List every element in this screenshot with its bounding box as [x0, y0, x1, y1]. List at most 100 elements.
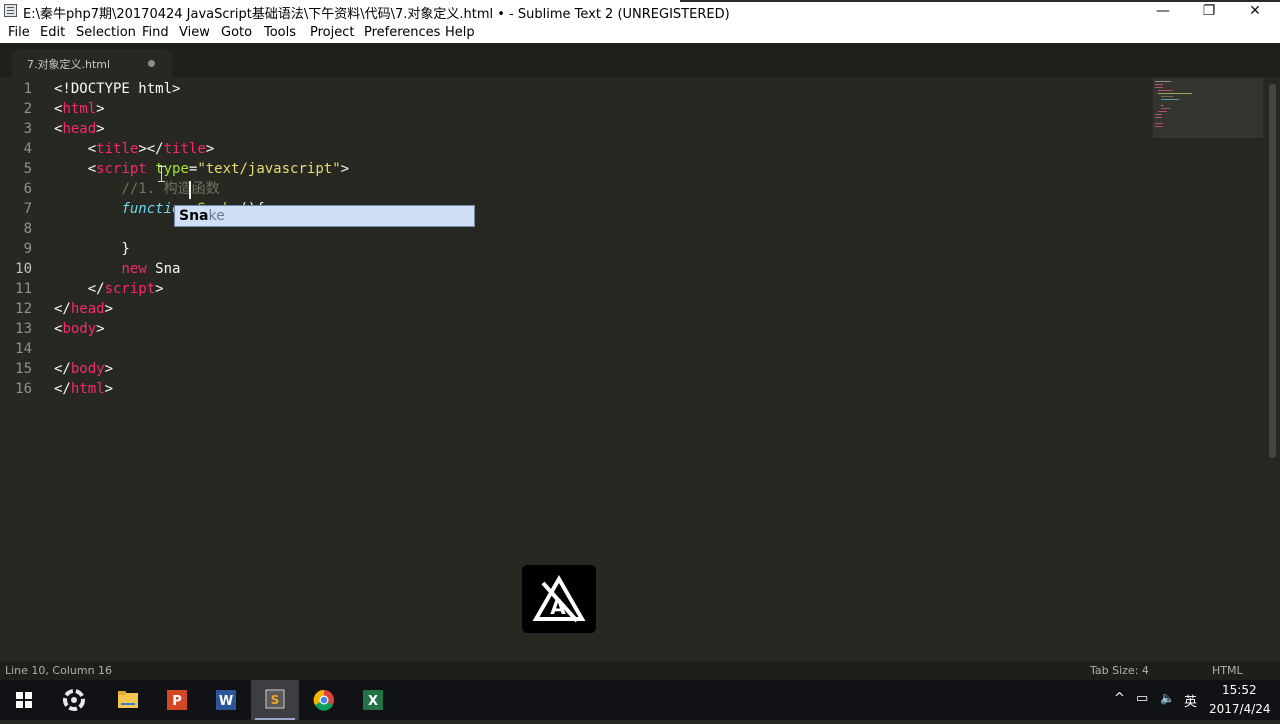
minimize-button[interactable]: — — [1140, 0, 1186, 22]
code-token: body — [62, 321, 97, 337]
code-line[interactable]: <!DOCTYPE html> — [54, 79, 349, 99]
code-line[interactable]: <script type="text/javascript"> — [54, 159, 349, 179]
code-editor[interactable]: 1 2 3 4 5 6 7 8 9 10 11 12 13 14 15 16 <!DOCTYPE html> <… — [0, 77, 1268, 661]
line-number: 12 — [15, 301, 32, 317]
code-token: script — [96, 161, 147, 177]
menu-goto[interactable]: Goto — [221, 25, 252, 40]
window-title: E:\秦牛php7期\20170424 JavaScript基础语法\下午资料\… — [23, 7, 730, 22]
code-token: html — [70, 381, 105, 397]
line-number-gutter: 1 2 3 4 5 6 7 8 9 10 11 12 13 14 15 16 — [0, 79, 40, 399]
line-number: 11 — [15, 281, 32, 297]
powerpoint-icon[interactable]: P — [153, 680, 201, 720]
autocomplete-match: Sna — [179, 208, 209, 224]
windows-start-icon[interactable] — [0, 680, 48, 720]
cursor-position: Line 10, Column 16 — [5, 664, 113, 677]
code-token: > — [96, 321, 105, 337]
sublime-text-taskbar-icon[interactable]: S — [251, 680, 299, 720]
code-line[interactable]: } — [54, 239, 349, 259]
code-token: } — [54, 241, 130, 257]
maximize-button[interactable]: ❐ — [1186, 0, 1232, 22]
tray-chevron-icon[interactable]: ^ — [1114, 691, 1125, 706]
code-line[interactable]: <head> — [54, 119, 349, 139]
code-line[interactable] — [54, 339, 349, 359]
code-line[interactable]: <title></title> — [54, 139, 349, 159]
file-explorer-icon[interactable] — [104, 680, 152, 720]
code-area[interactable]: <!DOCTYPE html> <html> <head> <title></tit… — [54, 79, 349, 399]
ime-indicator[interactable]: 英 — [1184, 691, 1197, 710]
close-button[interactable]: ✕ — [1232, 0, 1278, 22]
code-line[interactable]: </html> — [54, 379, 349, 399]
title-bar: E:\秦牛php7期\20170424 JavaScript基础语法\下午资料\… — [0, 0, 1280, 22]
code-token: </ — [54, 281, 105, 297]
file-tab[interactable]: 7.对象定义.html — [12, 49, 172, 77]
code-token: > — [96, 101, 105, 117]
code-token: > — [205, 141, 215, 157]
code-token: //1. 构造函数 — [121, 181, 220, 197]
code-line[interactable]: new Sna — [54, 259, 349, 279]
code-token: </ — [54, 361, 71, 377]
menu-help[interactable]: Help — [445, 25, 475, 40]
line-number: 2 — [23, 101, 32, 117]
code-line[interactable]: </head> — [54, 299, 349, 319]
code-token: html — [62, 101, 97, 117]
menu-find[interactable]: Find — [142, 25, 169, 40]
code-token: > — [155, 281, 164, 297]
code-token: ></ — [138, 141, 164, 157]
code-token: > — [96, 121, 105, 137]
network-icon[interactable]: ▭ — [1136, 691, 1148, 706]
line-number: 1 — [23, 81, 32, 97]
code-line[interactable]: </body> — [54, 359, 349, 379]
code-token: > — [104, 361, 114, 377]
menu-preferences[interactable]: Preferences — [364, 25, 440, 40]
svg-text:W: W — [219, 694, 233, 709]
code-token: < — [54, 141, 97, 157]
tab-size-indicator[interactable]: Tab Size: 4 — [1090, 664, 1149, 677]
taskbar: P W S X ^ ▭ 🔈 英 — [0, 680, 1280, 720]
syntax-indicator[interactable]: HTML — [1212, 664, 1243, 677]
code-token: </ — [54, 381, 71, 397]
code-token: < — [54, 161, 97, 177]
menu-edit[interactable]: Edit — [40, 25, 65, 40]
menu-view[interactable]: View — [179, 25, 210, 40]
line-number: 13 — [15, 321, 32, 337]
code-token: > — [340, 161, 350, 177]
line-number: 15 — [15, 361, 32, 377]
line-number: 6 — [23, 181, 32, 197]
volume-icon[interactable]: 🔈 — [1160, 691, 1175, 705]
code-token: > — [104, 301, 114, 317]
unsaved-dot-icon[interactable] — [148, 60, 155, 67]
line-number: 16 — [15, 381, 32, 397]
code-token: Sna — [146, 261, 181, 277]
app-swirl-icon[interactable] — [50, 680, 98, 720]
code-line[interactable]: //1. 构造函数 — [54, 179, 349, 199]
chrome-icon[interactable] — [300, 680, 348, 720]
overlay-tool-icon[interactable]: A — [522, 565, 596, 633]
autocomplete-popup[interactable]: Snake — [174, 205, 475, 227]
line-number: 5 — [23, 161, 32, 177]
svg-text:P: P — [172, 694, 182, 709]
code-token: new — [121, 261, 147, 277]
code-token: title — [163, 141, 206, 157]
excel-icon[interactable]: X — [349, 680, 397, 720]
menu-selection[interactable]: Selection — [76, 25, 136, 40]
clock-date[interactable]: 2017/4/24 — [1209, 702, 1271, 716]
status-bar: Line 10, Column 16 Tab Size: 4 HTML — [0, 661, 1280, 680]
scrollbar-thumb[interactable] — [1269, 84, 1276, 458]
minimap[interactable] — [1153, 78, 1263, 138]
code-token: </ — [54, 301, 71, 317]
code-token: > — [104, 381, 114, 397]
menu-file[interactable]: File — [8, 25, 30, 40]
clock-time[interactable]: 15:52 — [1222, 683, 1257, 697]
file-tab-label: 7.对象定义.html — [27, 58, 111, 71]
autocomplete-item[interactable]: Snake — [179, 207, 225, 225]
code-line[interactable]: </script> — [54, 279, 349, 299]
code-line[interactable]: <html> — [54, 99, 349, 119]
line-number: 10 — [15, 261, 32, 277]
menu-project[interactable]: Project — [310, 25, 354, 40]
menu-tools[interactable]: Tools — [264, 25, 296, 40]
text-caret — [189, 181, 191, 199]
word-icon[interactable]: W — [202, 680, 250, 720]
code-line[interactable]: <body> — [54, 319, 349, 339]
